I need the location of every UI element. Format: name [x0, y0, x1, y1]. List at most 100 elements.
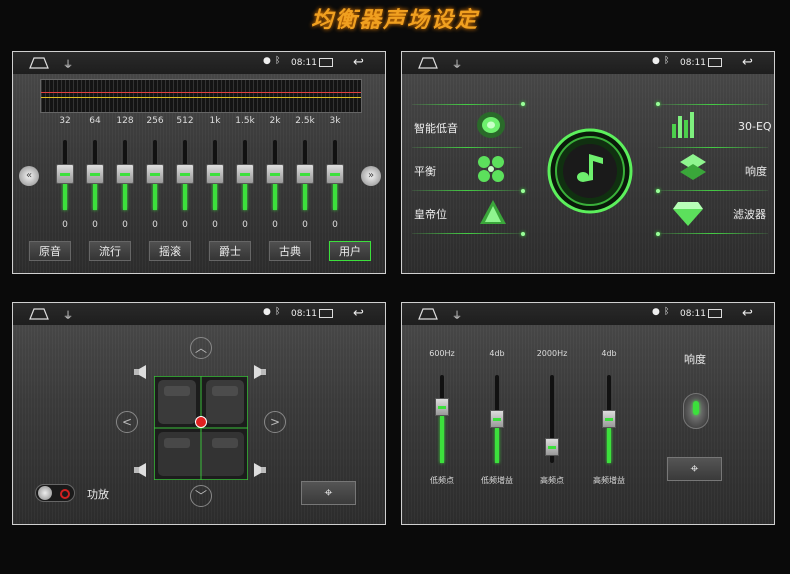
menu-30-eq[interactable]: 30-EQ: [738, 120, 772, 133]
eq-band-freq: 512: [176, 116, 194, 126]
eq-slider-knob[interactable]: [176, 164, 194, 184]
eq-slider-knob[interactable]: [326, 164, 344, 184]
home-icon[interactable]: [418, 57, 438, 69]
eq-band-freq: 2k: [269, 116, 281, 126]
eq-slider-fill: [333, 182, 337, 210]
eq-band-freq: 32: [59, 116, 71, 126]
eq-band-value: 0: [212, 220, 218, 230]
tone-slider-value: 600Hz: [429, 349, 455, 358]
recent-apps-icon[interactable]: [708, 309, 722, 318]
location-icon: ●: [652, 56, 660, 66]
music-note-icon[interactable]: [547, 128, 633, 214]
eq-slider-knob[interactable]: [116, 164, 134, 184]
filter-icon[interactable]: [672, 200, 704, 228]
eq-band-1[interactable]: 64 0: [80, 116, 110, 230]
eq-band-freq: 256: [146, 116, 164, 126]
car-seats-grid[interactable]: [154, 376, 248, 480]
eq-band-2[interactable]: 128 0: [110, 116, 140, 230]
eq-slider-knob[interactable]: [56, 164, 74, 184]
eq-band-5[interactable]: 1k 0: [200, 116, 230, 230]
sound-menu-panel: ⏚ ● ᛒ 08:11 ↩ 智能低音 平衡 皇帝位 30-EQ 响度 滤波器: [401, 51, 775, 274]
bluetooth-icon: ᛒ: [275, 307, 281, 317]
back-icon[interactable]: ↩: [353, 306, 364, 321]
emperor-seat-icon[interactable]: [478, 198, 508, 226]
eq-band-0[interactable]: 32 0: [50, 116, 80, 230]
arrow-down-icon[interactable]: ﹀: [190, 485, 212, 507]
location-icon: ●: [263, 56, 271, 66]
back-icon[interactable]: ↩: [742, 306, 753, 321]
eq-band-3[interactable]: 256 0: [140, 116, 170, 230]
tone-slider-knob[interactable]: [545, 438, 559, 456]
loudness-knob[interactable]: [683, 393, 709, 429]
smart-bass-icon[interactable]: [474, 110, 508, 140]
eq-band-value: 0: [272, 220, 278, 230]
eq-slider-fill: [303, 182, 307, 210]
clock: 08:11: [291, 309, 317, 319]
menu-balance[interactable]: 平衡: [414, 163, 436, 179]
loudness-label: 响度: [684, 353, 706, 366]
center-target-button[interactable]: ⌖: [301, 481, 356, 505]
speaker-front-right-icon: [254, 365, 266, 379]
tone-params-panel: ⏚ ● ᛒ 08:11 ↩ 600Hz 低频点 4db 低频增益 2000Hz 高频点 4d…: [401, 302, 775, 525]
amp-toggle[interactable]: [35, 484, 75, 502]
eq-slider-fill: [243, 182, 247, 210]
clock: 08:11: [680, 58, 706, 68]
usb-icon: ⏚: [452, 311, 462, 322]
preset-button-2[interactable]: 摇滚: [149, 241, 191, 261]
home-icon[interactable]: [29, 57, 49, 69]
eq-band-8[interactable]: 2.5k 0: [290, 116, 320, 230]
back-icon[interactable]: ↩: [353, 55, 364, 70]
menu-filter[interactable]: 滤波器: [733, 206, 766, 222]
prev-arrow-icon[interactable]: «: [19, 166, 39, 186]
status-bar: ⏚ ● ᛒ 08:11 ↩: [13, 303, 385, 325]
eq-band-freq: 1k: [209, 116, 221, 126]
menu-loudness[interactable]: 响度: [745, 163, 767, 179]
home-icon[interactable]: [29, 308, 49, 320]
eq-slider-knob[interactable]: [296, 164, 314, 184]
speaker-front-left-icon: [134, 365, 146, 379]
balance-panel: ⏚ ● ᛒ 08:11 ↩ ︿ ﹀ < > 功放 ⌖: [12, 302, 386, 525]
preset-button-5[interactable]: 用户: [329, 241, 371, 261]
back-icon[interactable]: ↩: [742, 55, 753, 70]
eq-bars-icon[interactable]: [670, 110, 696, 138]
eq-band-4[interactable]: 512 0: [170, 116, 200, 230]
arrow-left-icon[interactable]: <: [116, 411, 138, 433]
eq-band-value: 0: [62, 220, 68, 230]
eq-slider-knob[interactable]: [206, 164, 224, 184]
balance-icon[interactable]: [474, 152, 508, 186]
next-arrow-icon[interactable]: »: [361, 166, 381, 186]
eq-band-9[interactable]: 3k 0: [320, 116, 350, 230]
arrow-up-icon[interactable]: ︿: [190, 337, 212, 359]
eq-slider-fill: [273, 182, 277, 210]
usb-icon: ⏚: [63, 60, 73, 71]
arrow-right-icon[interactable]: >: [264, 411, 286, 433]
eq-band-7[interactable]: 2k 0: [260, 116, 290, 230]
eq-slider-knob[interactable]: [146, 164, 164, 184]
preset-button-0[interactable]: 原音: [29, 241, 71, 261]
eq-slider-knob[interactable]: [86, 164, 104, 184]
recent-apps-icon[interactable]: [319, 58, 333, 67]
tone-slider-fill: [440, 416, 444, 463]
eq-band-6[interactable]: 1.5k 0: [230, 116, 260, 230]
status-bar: ⏚ ● ᛒ 08:11 ↩: [402, 303, 774, 325]
tone-slider-knob[interactable]: [490, 410, 504, 428]
recent-apps-icon[interactable]: [319, 309, 333, 318]
preset-button-1[interactable]: 流行: [89, 241, 131, 261]
preset-button-3[interactable]: 爵士: [209, 241, 251, 261]
home-icon[interactable]: [418, 308, 438, 320]
eq-band-freq: 2.5k: [295, 116, 315, 126]
bluetooth-icon: ᛒ: [664, 307, 670, 317]
eq-slider-knob[interactable]: [236, 164, 254, 184]
tone-slider-label: 低频增益: [481, 476, 513, 485]
eq-band-freq: 128: [116, 116, 134, 126]
menu-emperor-seat[interactable]: 皇帝位: [414, 206, 447, 222]
balance-point[interactable]: [195, 416, 207, 428]
menu-smart-bass[interactable]: 智能低音: [414, 120, 458, 136]
loudness-icon[interactable]: [678, 152, 708, 184]
eq-slider-knob[interactable]: [266, 164, 284, 184]
recent-apps-icon[interactable]: [708, 58, 722, 67]
tone-slider-knob[interactable]: [602, 410, 616, 428]
center-target-button[interactable]: ⌖: [667, 457, 722, 481]
preset-button-4[interactable]: 古典: [269, 241, 311, 261]
tone-slider-knob[interactable]: [435, 398, 449, 416]
